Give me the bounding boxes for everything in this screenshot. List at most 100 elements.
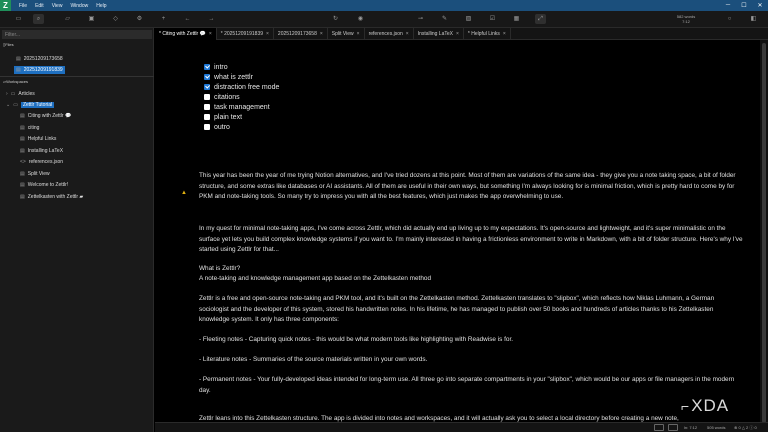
list-item-literature-notes: - Literature notes - Summaries of the so…: [199, 356, 428, 363]
files-section-heading: ▯Files: [3, 42, 14, 47]
focus-mode-icon[interactable]: ⤢: [535, 14, 546, 24]
close-tab-icon[interactable]: ×: [456, 31, 459, 37]
folder-icon[interactable]: ▱: [62, 14, 73, 24]
toggle-icon[interactable]: [668, 424, 678, 431]
tab-installing-latex[interactable]: Installing LaTeX ×: [414, 28, 464, 40]
preview-icon[interactable]: ◉: [355, 14, 366, 24]
checklist-icon[interactable]: ☑: [487, 14, 498, 24]
heading-what-is-zettlr: What is Zettlr?: [199, 265, 241, 272]
comment-badge-icon: 💬: [64, 113, 72, 119]
scrollbar-thumb[interactable]: [762, 43, 766, 423]
close-tab-icon[interactable]: ×: [503, 31, 506, 37]
chevron-down-icon[interactable]: ⌄: [6, 102, 10, 108]
workspace-zettlr-tutorial[interactable]: ⌄ ▭ Zettlr Tutorial: [6, 101, 55, 109]
close-icon[interactable]: ✕: [752, 2, 768, 9]
menu-help[interactable]: Help: [92, 3, 110, 9]
subheading: A note-taking and knowledge management a…: [199, 275, 431, 282]
folder-open-icon: ▭: [13, 102, 18, 108]
code-icon: <>: [20, 159, 26, 165]
tree-file-zettelkasten[interactable]: ▤ Zettelkasten with Zettlr ▰: [20, 193, 83, 201]
maximize-icon[interactable]: ☐: [736, 2, 752, 9]
task-checkbox[interactable]: [204, 74, 210, 80]
tree-file-citing-with-zettlr[interactable]: ▤ Citing with Zettlr 💬: [20, 112, 71, 120]
xda-logo-icon: ⌐: [681, 398, 690, 414]
task-item: task management: [204, 102, 270, 112]
task-checkbox[interactable]: [204, 84, 210, 90]
status-word-count: 505 words: [707, 425, 726, 430]
folder-icon: ▭: [10, 91, 16, 97]
tree-file-installing-latex[interactable]: ▤ Installing LaTeX: [20, 147, 63, 155]
filter-input[interactable]: [2, 30, 152, 39]
task-checkbox[interactable]: [204, 114, 210, 120]
task-checkbox[interactable]: [204, 124, 210, 130]
close-tab-icon[interactable]: ×: [266, 31, 269, 37]
pen-icon[interactable]: ✎: [439, 14, 450, 24]
forward-icon[interactable]: →: [206, 14, 217, 24]
tab-20251209191839[interactable]: * 20251209191839 ×: [217, 28, 274, 40]
chevron-right-icon[interactable]: ›: [6, 91, 8, 97]
menu-window[interactable]: Window: [66, 3, 92, 9]
graph-icon[interactable]: ▣: [86, 14, 97, 24]
search-icon[interactable]: ⌕: [33, 14, 44, 24]
sidebar-toggle-icon[interactable]: ◧: [748, 14, 759, 24]
task-item: distraction free mode: [204, 82, 279, 92]
tab-citing-with-zettlr[interactable]: * Citing with Zettlr 💬 ×: [155, 28, 217, 40]
task-checkbox[interactable]: [204, 64, 210, 70]
word-count-display[interactable]: 582 words 7:12: [676, 14, 696, 24]
close-tab-icon[interactable]: ×: [209, 31, 212, 37]
lint-errors[interactable]: ⊗ 0 △ 2 ⓘ 0: [734, 424, 757, 432]
window-controls: ─ ☐ ✕: [720, 2, 768, 9]
tree-file-welcome[interactable]: ▤ Welcome to Zettlr!: [20, 181, 68, 189]
menu-view[interactable]: View: [48, 3, 67, 9]
tag-icon[interactable]: ◇: [110, 14, 121, 24]
tree-file-helpful-links[interactable]: ▤ Helpful Links: [20, 135, 56, 143]
list-item-fleeting-notes: - Fleeting notes - Capturing quick notes…: [199, 336, 514, 343]
file-item-selected[interactable]: ▤ 20251209191839: [14, 66, 65, 74]
tab-split-view[interactable]: Split View ×: [328, 28, 365, 40]
error-icon: ⊗: [734, 425, 738, 430]
menu-bar: File Edit View Window Help: [15, 3, 111, 9]
close-tab-icon[interactable]: ×: [406, 31, 409, 37]
warning-icon[interactable]: ▲: [181, 190, 187, 196]
tab-helpful-links[interactable]: * Helpful Links ×: [464, 28, 511, 40]
document-tabs: * Citing with Zettlr 💬 × * 20251209191839…: [155, 28, 768, 40]
task-checkbox[interactable]: [204, 94, 210, 100]
paragraph-quest: In my quest for minimal note-taking apps…: [199, 225, 743, 253]
workspace-articles[interactable]: › ▭ Articles: [6, 90, 35, 98]
tab-20251209173658[interactable]: 20251209173658 ×: [274, 28, 328, 40]
task-item: outro: [204, 122, 230, 132]
new-file-icon[interactable]: +: [158, 14, 169, 24]
tree-file-references-json[interactable]: <> references.json: [20, 158, 63, 166]
workspaces-section-heading: ▱Workspaces: [3, 79, 29, 84]
close-tab-icon[interactable]: ×: [357, 31, 360, 37]
menu-file[interactable]: File: [15, 3, 31, 9]
paragraph-intro: This year has been the year of me trying…: [199, 172, 736, 200]
file-item[interactable]: ▤ 20251209173658: [14, 55, 65, 63]
document-icon: ▤: [20, 113, 25, 119]
tab-references-json[interactable]: references.json ×: [365, 28, 414, 40]
pomodoro-icon[interactable]: ○: [724, 14, 735, 24]
settings-icon[interactable]: ⚙: [134, 14, 145, 24]
minimize-icon[interactable]: ─: [720, 2, 736, 9]
editor-pane[interactable]: intro what is zettlr distraction free mo…: [155, 40, 760, 422]
image-icon[interactable]: ▨: [463, 14, 474, 24]
close-tab-icon[interactable]: ×: [320, 31, 323, 37]
back-icon[interactable]: ←: [182, 14, 193, 24]
table-icon[interactable]: ▦: [511, 14, 522, 24]
menu-edit[interactable]: Edit: [31, 3, 48, 9]
document-icon: ▤: [20, 148, 25, 154]
task-checkbox[interactable]: [204, 104, 210, 110]
title-bar: Z File Edit View Window Help ─ ☐ ✕: [0, 0, 768, 11]
tree-file-split-view[interactable]: ▤ Split View: [20, 170, 50, 178]
refresh-icon[interactable]: ↻: [330, 14, 341, 24]
file-sidebar: ▯Files ▤20251209173658 ▤20251209191839 ▱…: [0, 28, 154, 432]
info-icon: ⓘ: [749, 425, 754, 430]
sidebar-divider: [0, 76, 154, 77]
file-manager-icon[interactable]: ▭: [13, 14, 24, 24]
tree-file-citing[interactable]: ▤ citing: [20, 124, 39, 132]
status-bar: ln: 7:12 505 words ⊗ 0 △ 2 ⓘ 0: [155, 422, 768, 432]
editor-scrollbar[interactable]: [760, 40, 768, 423]
list-item-permanent-notes: - Permanent notes - Your fully-developed…: [199, 376, 735, 394]
link-icon[interactable]: ⊸: [415, 14, 426, 24]
toggle-icon[interactable]: [654, 424, 664, 431]
